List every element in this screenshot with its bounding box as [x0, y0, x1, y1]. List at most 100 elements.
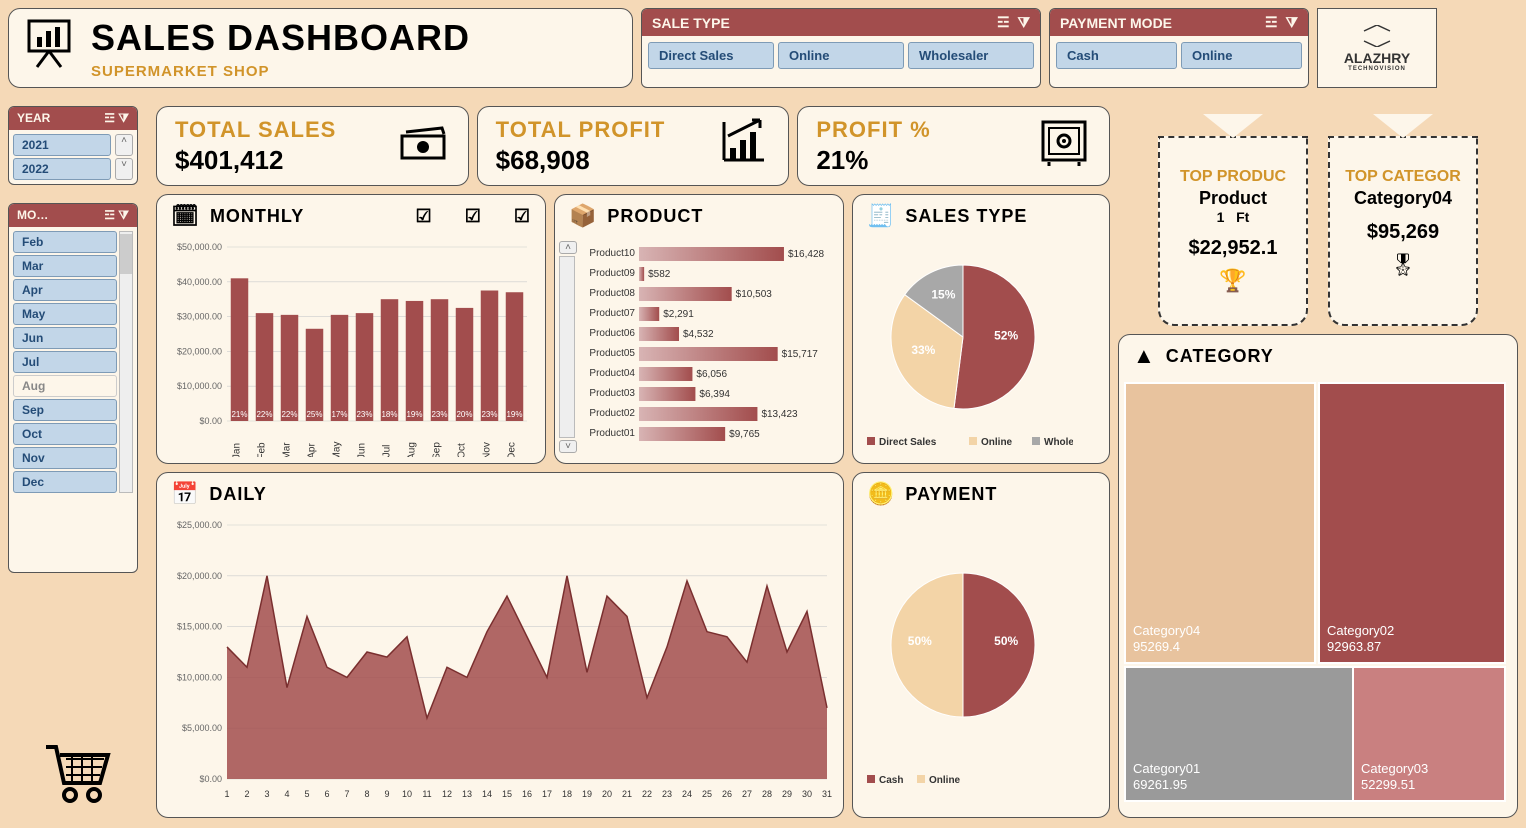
slicer-sale-type[interactable]: SALE TYPE ☲⧩ Direct Sales Online Wholesa…: [641, 8, 1041, 88]
award-name: Product: [1199, 188, 1267, 209]
area-chart: $0.00$5,000.00$10,000.00$15,000.00$20,00…: [157, 515, 837, 805]
svg-text:1: 1: [224, 789, 229, 799]
checkbox-icon[interactable]: ☑: [514, 206, 531, 227]
svg-text:23: 23: [662, 789, 672, 799]
svg-text:20: 20: [602, 789, 612, 799]
slicer-item[interactable]: Online: [778, 42, 904, 69]
slicer-item[interactable]: Jul: [13, 351, 117, 373]
slicer-item[interactable]: Cash: [1056, 42, 1177, 69]
svg-text:$6,394: $6,394: [699, 389, 730, 400]
svg-text:Oct: Oct: [457, 443, 468, 457]
panel-label: MONTHLY: [210, 206, 304, 227]
svg-text:22: 22: [642, 789, 652, 799]
scroll-up-icon[interactable]: ˄: [115, 134, 133, 156]
slicer-item[interactable]: Jun: [13, 327, 117, 349]
slicer-item[interactable]: 2021: [13, 134, 111, 156]
chart-product: 📦PRODUCT ˄ ˅ Product10$16,428Product09$5…: [554, 194, 844, 464]
svg-text:Aug: Aug: [407, 442, 418, 457]
svg-text:Cash: Cash: [879, 775, 903, 786]
svg-text:$5,000.00: $5,000.00: [182, 723, 222, 733]
svg-text:Online: Online: [981, 437, 1013, 448]
svg-text:20%: 20%: [456, 410, 472, 419]
treemap-chart: Category0495269.4Category0292963.87Categ…: [1119, 377, 1511, 807]
svg-text:$15,717: $15,717: [782, 349, 819, 360]
slicer-item[interactable]: Nov: [13, 447, 117, 469]
svg-text:$15,000.00: $15,000.00: [177, 622, 222, 632]
svg-text:5: 5: [304, 789, 309, 799]
svg-text:3: 3: [264, 789, 269, 799]
slicer-payment-mode[interactable]: PAYMENT MODE ☲⧩ Cash Online: [1049, 8, 1309, 88]
pie-chart: 52%33%15%Direct SalesOnlineWholesaler: [853, 237, 1073, 457]
slicer-item[interactable]: Aug: [13, 375, 117, 397]
growth-icon: [716, 114, 770, 179]
kpi-total-sales: TOTAL SALES$401,412: [156, 106, 469, 186]
slicer-label: MO…: [17, 208, 48, 223]
svg-text:Jan: Jan: [232, 443, 243, 457]
svg-text:Product02: Product02: [589, 408, 635, 419]
svg-text:30: 30: [802, 789, 812, 799]
award-name: Category04: [1354, 188, 1452, 209]
panel-label: PRODUCT: [607, 206, 703, 227]
logo-text: ALAZHRY: [1344, 50, 1410, 66]
slicer-item[interactable]: May: [13, 303, 117, 325]
slicer-year[interactable]: YEAR☲ ⧩ 2021˄ 2022˅: [8, 106, 138, 185]
svg-text:7: 7: [344, 789, 349, 799]
dashboard-icon: [19, 13, 79, 84]
svg-text:Category03: Category03: [1361, 761, 1428, 776]
svg-text:23%: 23%: [431, 410, 447, 419]
svg-text:Jun: Jun: [357, 443, 368, 457]
svg-text:92963.87: 92963.87: [1327, 639, 1381, 654]
multiselect-icon[interactable]: ☲: [1265, 14, 1278, 31]
slicer-item[interactable]: Apr: [13, 279, 117, 301]
svg-text:24: 24: [682, 789, 692, 799]
svg-text:21: 21: [622, 789, 632, 799]
scrollbar[interactable]: [559, 256, 575, 438]
award-value: $95,269: [1367, 221, 1439, 244]
panel-label: PAYMENT: [905, 484, 997, 505]
slicer-item[interactable]: Feb: [13, 231, 117, 253]
svg-text:18%: 18%: [381, 410, 397, 419]
calendar-icon: 🗓: [171, 203, 200, 229]
bar-chart: $0.00$10,000.00$20,000.00$30,000.00$40,0…: [157, 237, 537, 457]
slicer-item[interactable]: Dec: [13, 471, 117, 493]
register-icon: 🧾: [867, 203, 895, 229]
svg-text:19%: 19%: [506, 410, 522, 419]
top-category-card: TOP CATEGOR Category04 $95,269 🎖: [1328, 136, 1478, 326]
svg-text:22%: 22%: [281, 410, 297, 419]
clear-filter-icon[interactable]: ⧩: [1286, 14, 1299, 31]
slicer-item[interactable]: Direct Sales: [648, 42, 774, 69]
svg-text:25%: 25%: [306, 410, 322, 419]
svg-text:23%: 23%: [356, 410, 372, 419]
checkbox-icon[interactable]: ☑: [416, 206, 433, 227]
svg-text:4: 4: [284, 789, 289, 799]
slicer-item[interactable]: Online: [1181, 42, 1302, 69]
svg-text:Feb: Feb: [257, 442, 268, 457]
svg-text:31: 31: [822, 789, 832, 799]
slicer-item[interactable]: Oct: [13, 423, 117, 445]
scrollbar[interactable]: [119, 231, 133, 493]
multiselect-icon[interactable]: ☲: [997, 14, 1010, 31]
slicer-item[interactable]: Wholesaler: [908, 42, 1034, 69]
svg-text:May: May: [332, 442, 343, 457]
svg-text:52299.51: 52299.51: [1361, 777, 1415, 792]
slicer-item[interactable]: Mar: [13, 255, 117, 277]
svg-text:16: 16: [522, 789, 532, 799]
svg-text:50%: 50%: [994, 634, 1018, 648]
kpi-total-profit: TOTAL PROFIT$68,908: [477, 106, 790, 186]
svg-text:22%: 22%: [256, 410, 272, 419]
clear-filter-icon[interactable]: ⧩: [1018, 14, 1031, 31]
kpi-profit-pct: PROFIT %21%: [797, 106, 1110, 186]
slicer-item[interactable]: 2022: [13, 158, 111, 180]
svg-text:95269.4: 95269.4: [1133, 639, 1180, 654]
svg-text:21%: 21%: [231, 410, 247, 419]
slicer-item[interactable]: Sep: [13, 399, 117, 421]
slicer-month[interactable]: MO…☲ ⧩ FebMarAprMayJunJulAugSepOctNovDec: [8, 203, 138, 573]
scroll-down-icon[interactable]: ˅: [115, 158, 133, 180]
kpi-value: $68,908: [496, 145, 666, 176]
trophy-icon: 🏆: [1219, 268, 1246, 294]
checkbox-icon[interactable]: ☑: [465, 206, 482, 227]
award-label: TOP CATEGOR: [1345, 168, 1461, 186]
svg-text:Category04: Category04: [1133, 623, 1200, 638]
svg-text:19: 19: [582, 789, 592, 799]
svg-text:Product04: Product04: [589, 368, 635, 379]
